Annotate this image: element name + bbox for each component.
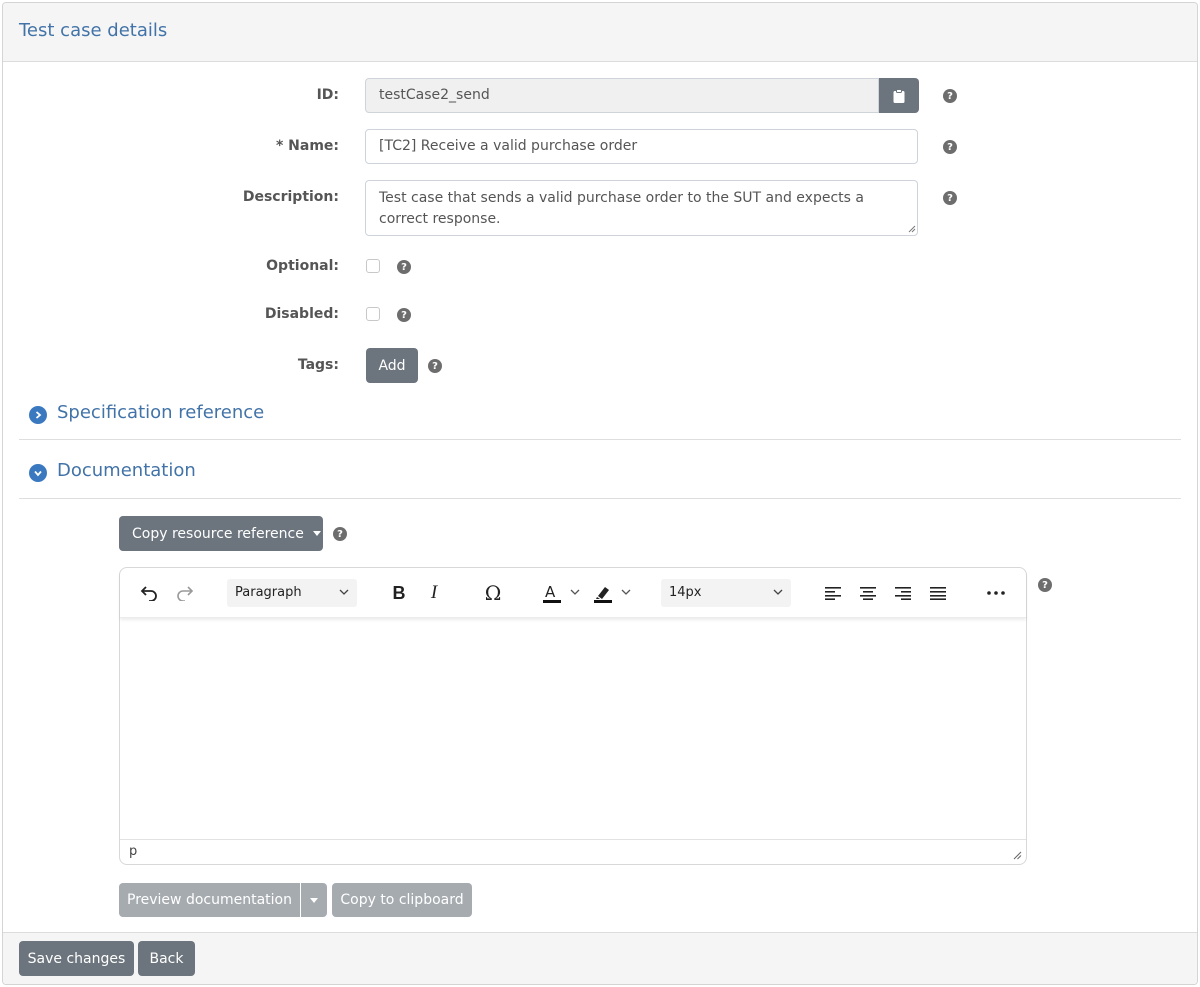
card-footer: Save changes Back [3, 932, 1197, 984]
chevron-down-icon [773, 589, 783, 595]
text-color-icon[interactable]: A [540, 580, 588, 606]
description-label: Description: [242, 189, 339, 205]
description-field[interactable]: Test case that sends a valid purchase or… [365, 180, 918, 236]
align-justify-icon[interactable] [927, 582, 949, 604]
chevron-down-icon [339, 589, 349, 595]
save-changes-button[interactable]: Save changes [19, 941, 134, 976]
element-path[interactable]: p [129, 844, 137, 859]
tags-label: Tags: [297, 357, 339, 373]
documentation-editor[interactable]: Paragraph B I Ω A 14px p [119, 567, 1027, 865]
add-tag-button[interactable]: Add [366, 348, 418, 383]
test-case-details-card: Test case details ID: testCase2_send ? *… [2, 2, 1198, 985]
disabled-label: Disabled: [264, 306, 339, 322]
documentation-section[interactable]: Documentation [19, 458, 1181, 499]
id-field[interactable]: testCase2_send [365, 78, 879, 113]
copy-resource-reference-button[interactable]: Copy resource reference [119, 516, 323, 551]
copy-id-button[interactable] [879, 78, 919, 113]
card-header: Test case details [3, 3, 1197, 62]
clipboard-icon [893, 88, 905, 103]
name-field[interactable]: [TC2] Receive a valid purchase order [365, 129, 918, 164]
page-title: Test case details [19, 20, 168, 41]
optional-label: Optional: [266, 258, 339, 274]
specification-reference-title[interactable]: Specification reference [57, 402, 264, 423]
editor-help-icon[interactable]: ? [1038, 578, 1052, 592]
id-help-icon[interactable]: ? [943, 89, 957, 103]
back-button[interactable]: Back [138, 941, 195, 976]
font-size-value: 14px [669, 585, 702, 600]
chevron-down-icon[interactable] [29, 464, 47, 482]
align-center-icon[interactable] [857, 582, 879, 604]
bold-icon[interactable]: B [388, 582, 410, 604]
optional-help-icon[interactable]: ? [397, 260, 411, 274]
documentation-title[interactable]: Documentation [57, 460, 196, 481]
chevron-right-icon[interactable] [29, 406, 47, 424]
redo-icon[interactable] [174, 582, 196, 604]
align-left-icon[interactable] [822, 582, 844, 604]
copy-to-clipboard-button[interactable]: Copy to clipboard [332, 883, 472, 917]
block-format-value: Paragraph [235, 585, 302, 600]
disabled-help-icon[interactable]: ? [397, 308, 411, 322]
block-format-select[interactable]: Paragraph [227, 579, 357, 607]
preview-documentation-button[interactable]: Preview documentation [119, 883, 300, 917]
name-help-icon[interactable]: ? [943, 140, 957, 154]
name-label: * Name: [275, 138, 339, 154]
svg-text:A: A [545, 583, 556, 601]
copy-resource-help-icon[interactable]: ? [333, 527, 347, 541]
undo-icon[interactable] [138, 582, 160, 604]
preview-options-toggle[interactable] [301, 883, 327, 917]
resize-handle-icon[interactable] [1013, 851, 1022, 860]
caret-down-icon [310, 897, 318, 903]
optional-checkbox[interactable] [366, 259, 380, 273]
id-label: ID: [316, 87, 339, 103]
highlight-color-icon[interactable] [591, 580, 639, 606]
italic-icon[interactable]: I [423, 582, 445, 604]
disabled-checkbox[interactable] [366, 307, 380, 321]
more-options-icon[interactable] [984, 582, 1008, 604]
align-right-icon[interactable] [892, 582, 914, 604]
editor-statusbar: p [120, 839, 1026, 864]
editor-toolbar: Paragraph B I Ω A 14px [120, 568, 1026, 618]
specification-reference-section[interactable]: Specification reference [19, 400, 1181, 440]
description-help-icon[interactable]: ? [943, 191, 957, 205]
tags-help-icon[interactable]: ? [428, 359, 442, 373]
special-character-icon[interactable]: Ω [481, 581, 505, 605]
editor-content-area[interactable] [120, 619, 1026, 838]
copy-resource-reference-label: Copy resource reference [132, 525, 304, 542]
font-size-select[interactable]: 14px [661, 579, 791, 607]
caret-down-icon [312, 531, 321, 536]
resize-handle-icon[interactable] [908, 225, 916, 233]
